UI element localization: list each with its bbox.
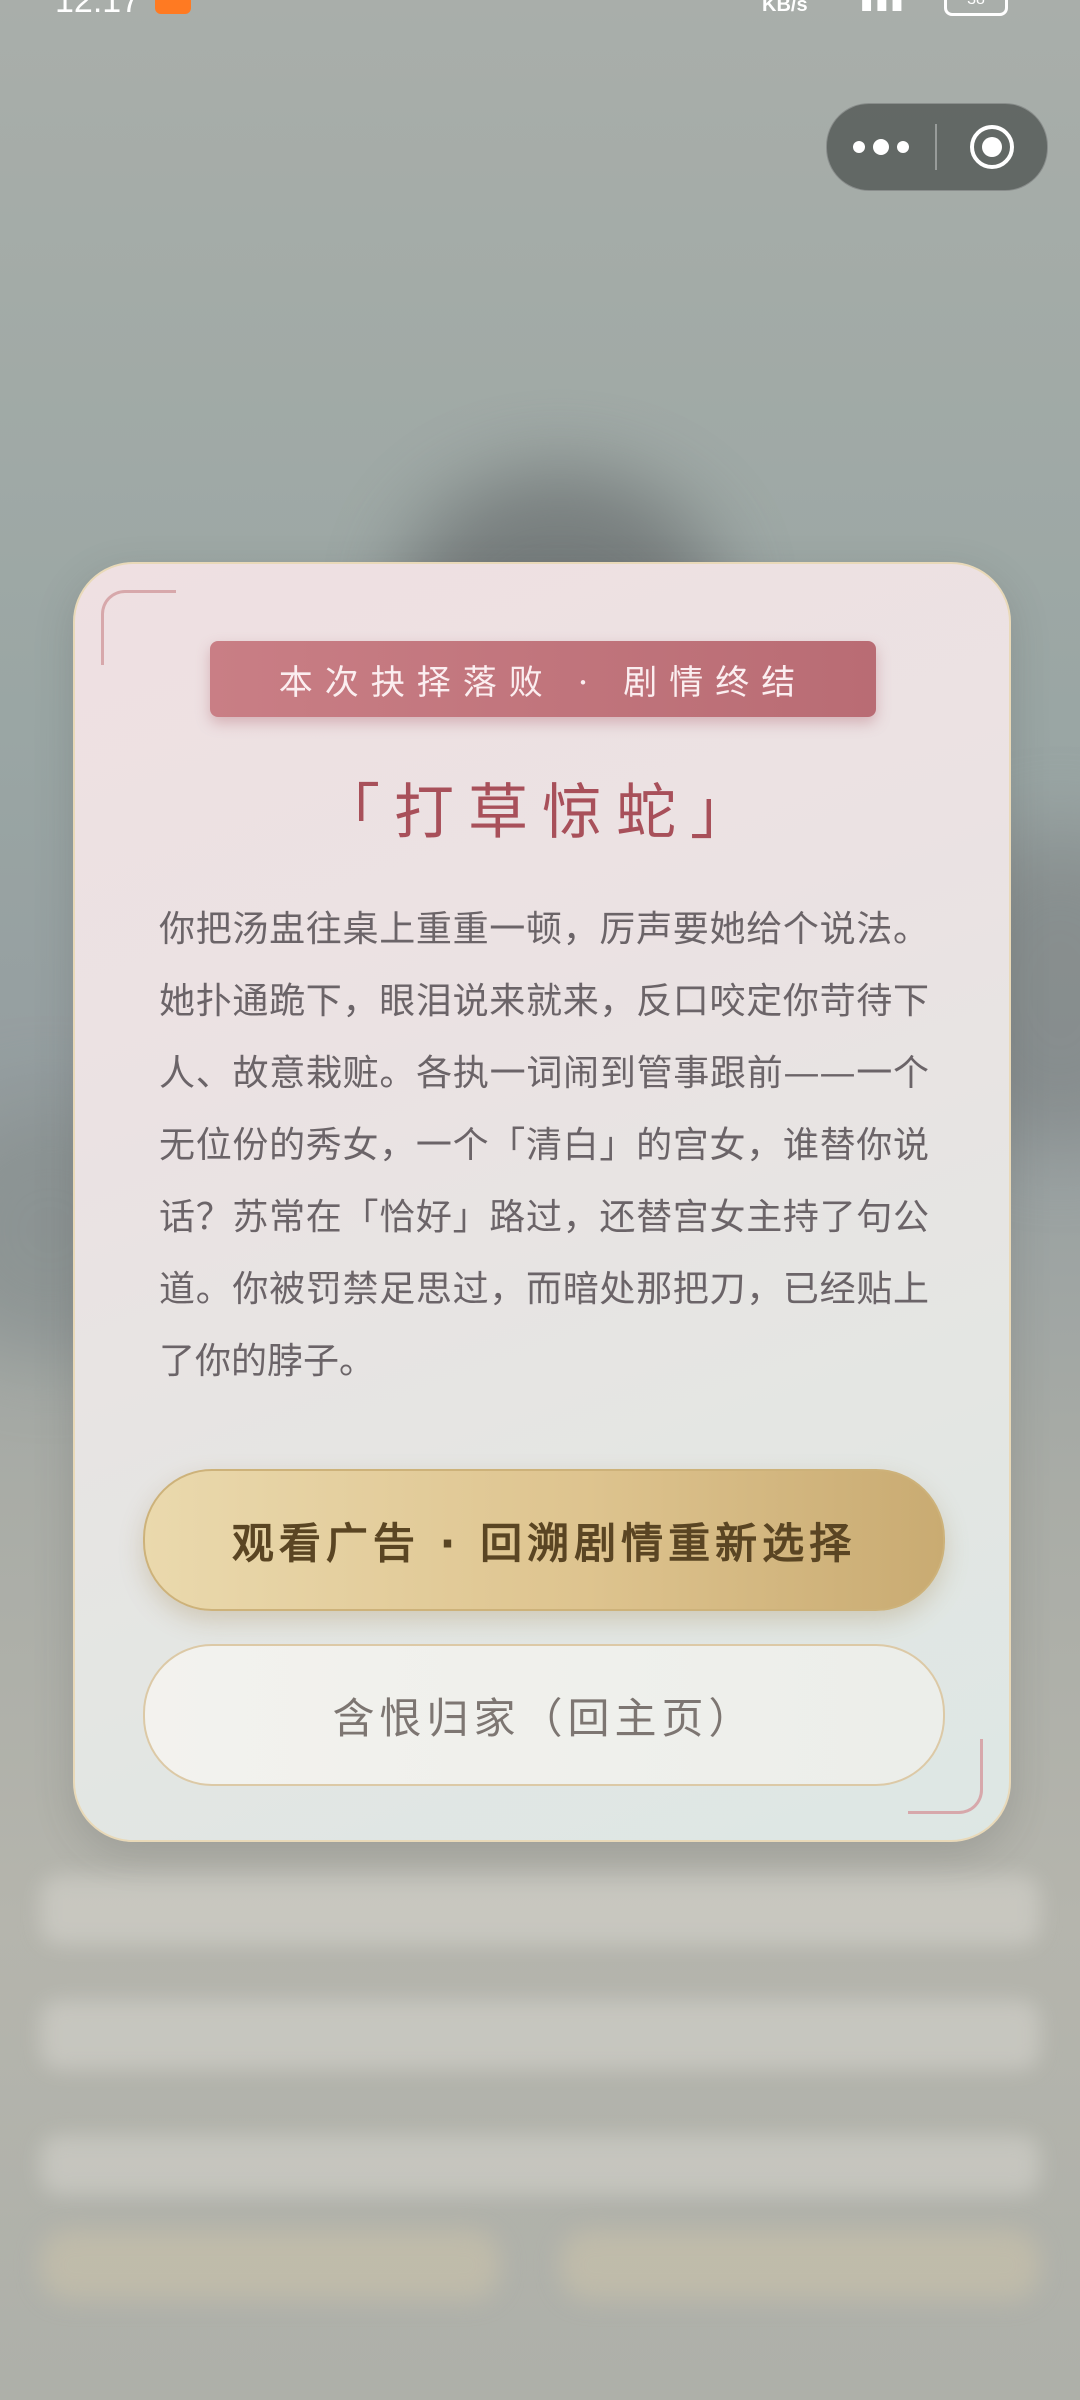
status-bar: 12:17 KB/s ▮▮▮ 38 [0, 0, 1080, 30]
net-speed: KB/s [762, 0, 808, 16]
status-time: 12:17 [55, 0, 141, 20]
background-tab [560, 2230, 1040, 2300]
signal-icon: ▮▮▮ [860, 0, 906, 14]
corner-ornament [101, 590, 176, 665]
background-list-row [40, 2000, 1040, 2070]
more-dots-icon[interactable] [827, 104, 935, 190]
plot-ending-dialog: 本次抉择落败 · 剧情终结 「打草惊蛇」 你把汤盅往桌上重重一顿，厉声要她给个说… [73, 562, 1011, 1842]
battery-icon: 38 [944, 0, 1008, 16]
story-text: 你把汤盅往桌上重重一顿，厉声要她给个说法。她扑通跪下，眼泪说来就来，反口咬定你苛… [159, 909, 929, 1382]
return-home-button[interactable]: 含恨归家（回主页） [143, 1644, 945, 1786]
failure-banner: 本次抉择落败 · 剧情终结 [210, 641, 876, 717]
dialog-title: 「打草惊蛇」 [320, 778, 764, 848]
miniprogram-capsule [826, 103, 1048, 191]
app-screen: 12:17 KB/s ▮▮▮ 38 本次抉择落败 · 剧情终结 「打草惊蛇」 你… [0, 0, 1080, 2400]
background-list-row [40, 2135, 1040, 2195]
app-notification-icon [155, 0, 191, 14]
background-tab [40, 2230, 500, 2300]
target-close-icon[interactable] [937, 104, 1047, 190]
watch-ad-rewind-button[interactable]: 观看广告 · 回溯剧情重新选择 [143, 1469, 945, 1611]
background-list-row [40, 1875, 1040, 1945]
